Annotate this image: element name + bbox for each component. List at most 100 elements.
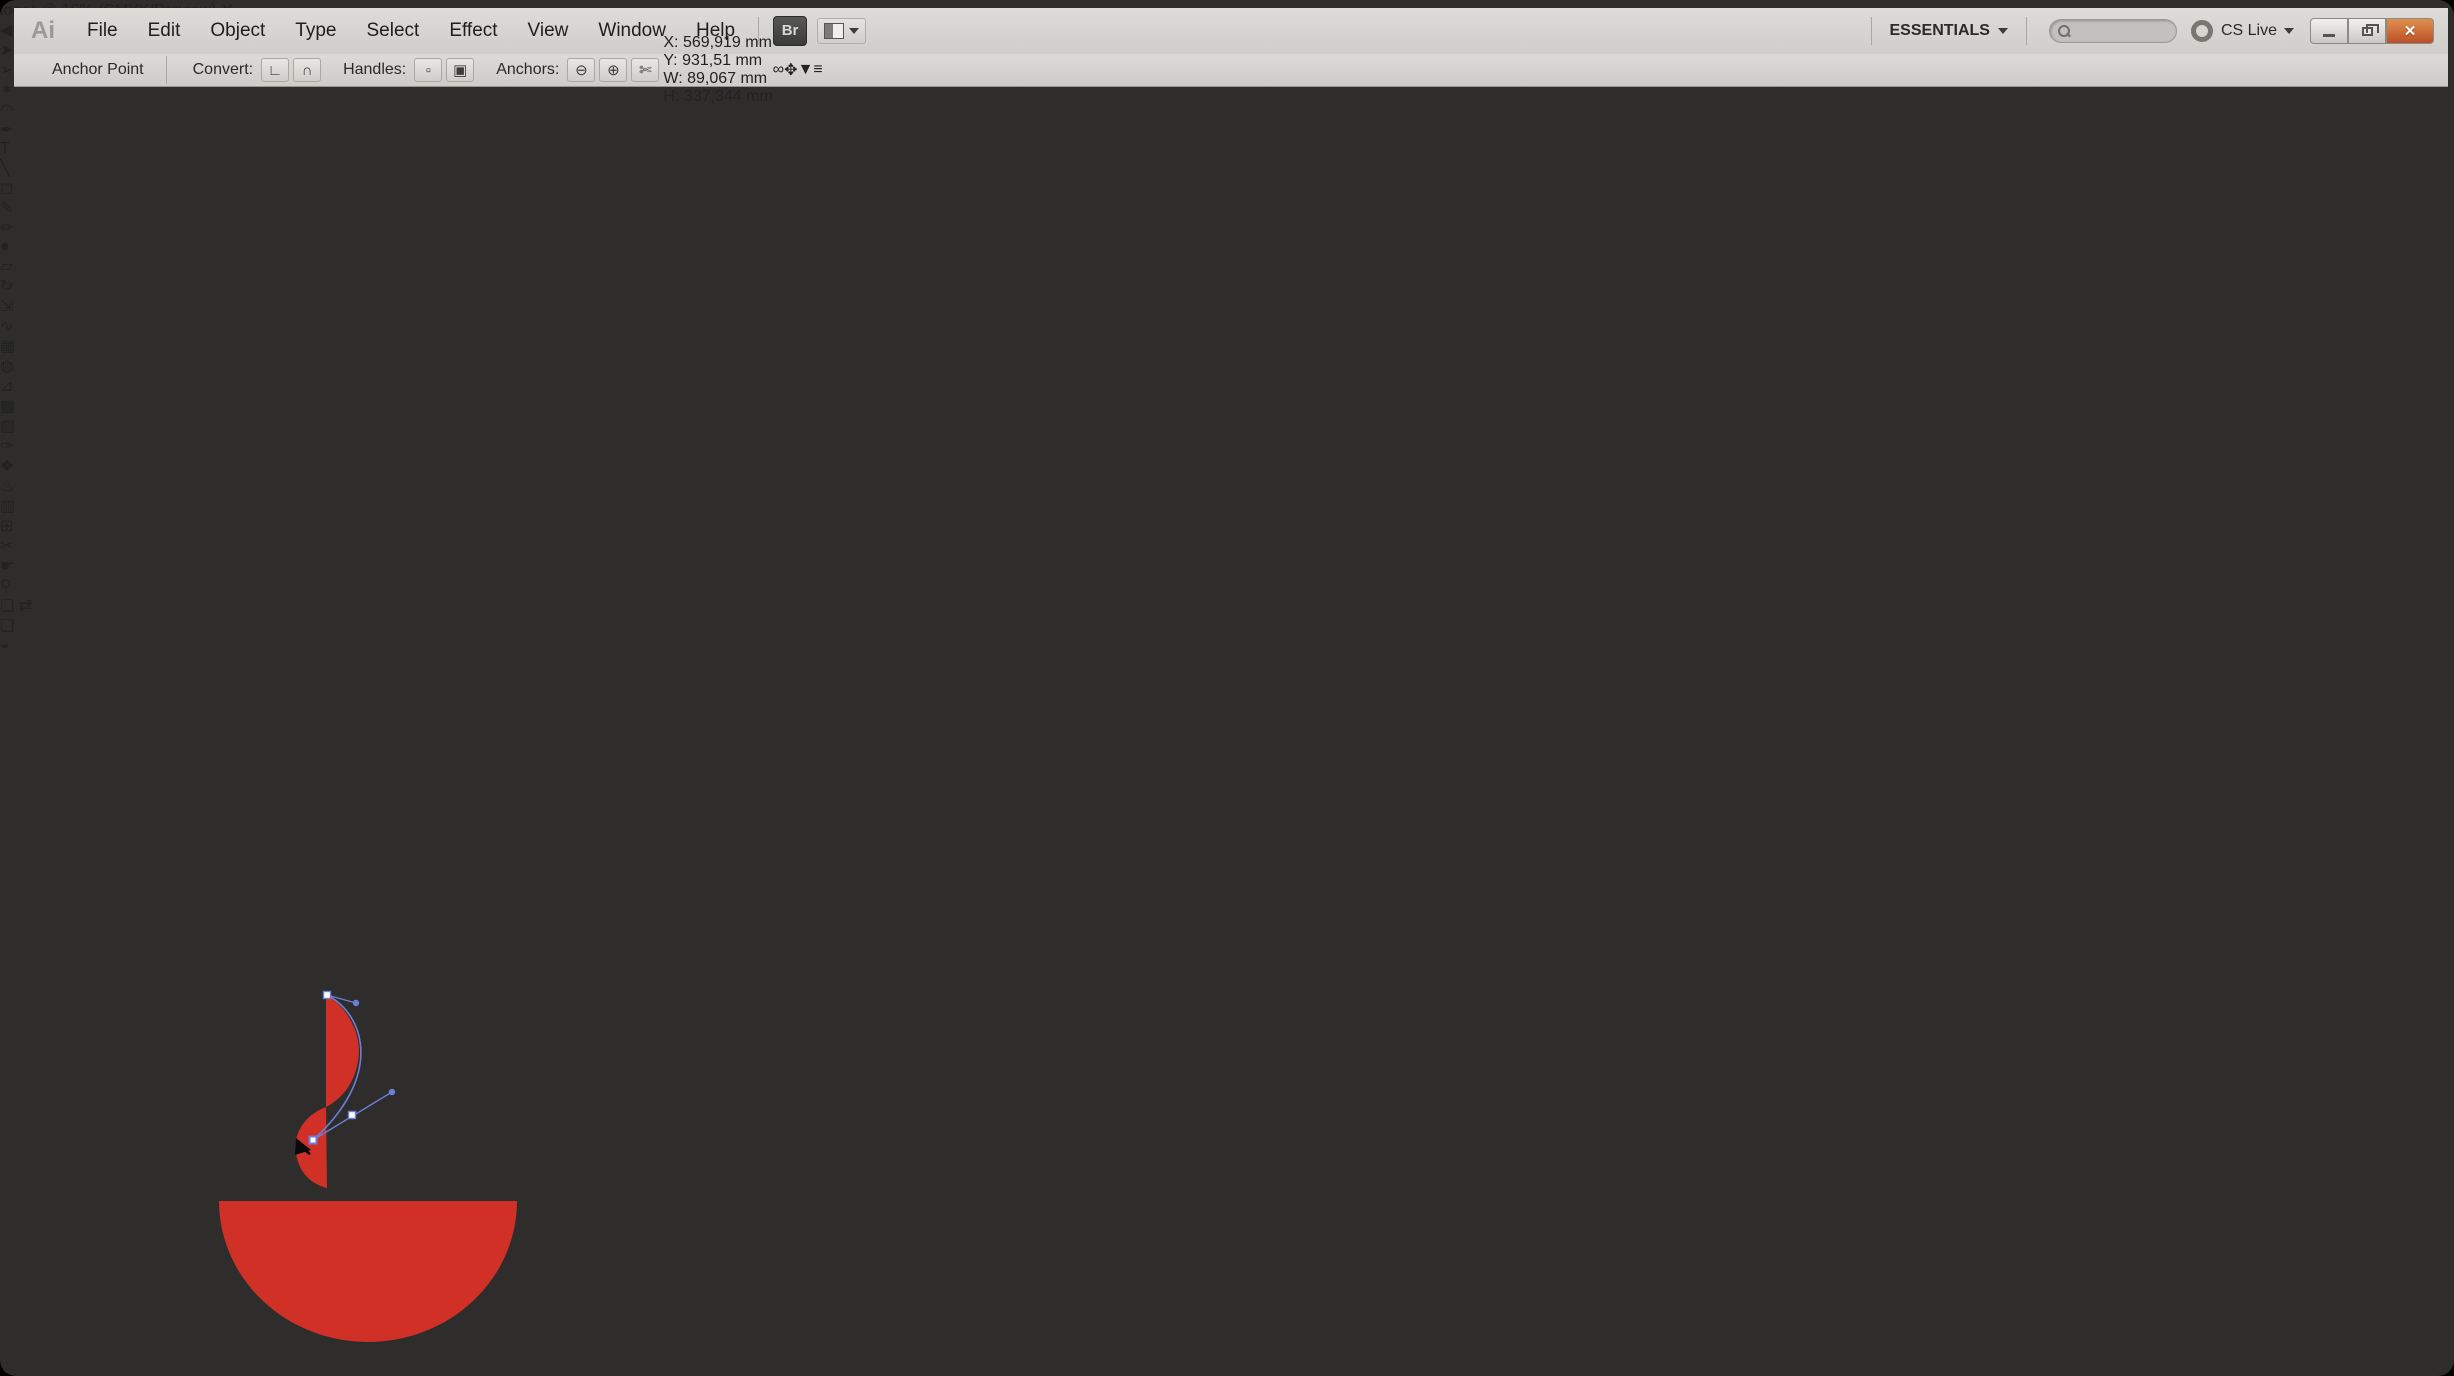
restore-button[interactable] bbox=[2348, 18, 2386, 44]
artboard[interactable] bbox=[0, 654, 2454, 1376]
menu-object[interactable]: Object bbox=[195, 8, 280, 54]
chevron-down-icon bbox=[1998, 28, 2008, 39]
perspective-grid-tool[interactable]: ⊿ bbox=[0, 376, 2454, 396]
line-segment-tool[interactable]: ╲ bbox=[0, 158, 2454, 178]
flame-upper-shape[interactable] bbox=[326, 995, 359, 1107]
control-bar: Anchor Point Convert: ∟∩ Handles: ▫▣ Anc… bbox=[14, 54, 2448, 87]
symbol-sprayer-tool[interactable]: ♨ bbox=[0, 476, 2454, 496]
artwork bbox=[0, 654, 695, 1376]
canvas[interactable]: ◀◀ ✕ GRADIENT ▼≡ Type: bbox=[0, 654, 2454, 1376]
field-label[interactable]: X: bbox=[663, 34, 678, 51]
menu-type[interactable]: Type bbox=[280, 8, 351, 54]
gradient-tool[interactable]: ▧ bbox=[0, 416, 2454, 436]
convert-to-smooth-button[interactable]: ∩ bbox=[293, 58, 321, 82]
field-value[interactable]: 569,919 mm bbox=[683, 34, 772, 51]
field-label[interactable]: H: bbox=[663, 88, 679, 105]
handle-end-dot[interactable] bbox=[353, 1000, 359, 1006]
menu-edit[interactable]: Edit bbox=[133, 8, 196, 54]
control-bar-overflow-menu[interactable]: ▼≡ bbox=[798, 61, 823, 79]
chevron-down-icon bbox=[849, 28, 859, 39]
cs-live-button[interactable]: CS Live bbox=[2221, 22, 2294, 40]
convert-buttons: ∟∩ bbox=[261, 58, 325, 82]
divider bbox=[166, 56, 167, 84]
w-field: W: 89,067 mm bbox=[663, 70, 772, 88]
menu-select[interactable]: Select bbox=[352, 8, 435, 54]
free-transform-tool[interactable]: ▦ bbox=[0, 336, 2454, 356]
menu-effect[interactable]: Effect bbox=[434, 8, 512, 54]
x-field: X: 569,919 mm bbox=[663, 34, 772, 52]
field-value[interactable]: 89,067 mm bbox=[687, 70, 767, 87]
slice-tool[interactable]: ✂ bbox=[0, 536, 2454, 556]
convert-label: Convert: bbox=[193, 61, 253, 79]
width-tool[interactable]: ∿ bbox=[0, 316, 2454, 336]
column-graph-tool[interactable]: ▥ bbox=[0, 496, 2454, 516]
hide-handles-button[interactable]: ▫ bbox=[414, 58, 442, 82]
default-swatches-icon[interactable]: ❏ bbox=[0, 598, 14, 615]
y-field: Y: 931,51 mm bbox=[663, 52, 772, 70]
transform-fields: X: 569,919 mm Y: 931,51 mm W: 89,067 mm bbox=[663, 34, 772, 106]
lasso-tool[interactable]: ◠ bbox=[0, 100, 2454, 120]
handles-label: Handles: bbox=[343, 61, 406, 79]
workspace-area: ➤ ➢ ✶ ◠ ✒ T ╲ ◻ ✎ ✏ bbox=[0, 40, 2454, 1376]
field-value[interactable]: 931,51 mm bbox=[682, 52, 762, 69]
type-tool[interactable]: T bbox=[0, 140, 2454, 158]
bowl-shape[interactable] bbox=[219, 1201, 517, 1342]
shape-builder-tool[interactable]: ◍ bbox=[0, 356, 2454, 376]
swap-swatches-icon[interactable]: ⇄ bbox=[19, 598, 32, 615]
anchors-label: Anchors: bbox=[496, 61, 559, 79]
field-label[interactable]: Y: bbox=[663, 52, 677, 69]
blob-brush-tool[interactable]: ● bbox=[0, 238, 2454, 256]
arrange-documents-button[interactable] bbox=[817, 18, 866, 44]
blend-tool[interactable]: ❖ bbox=[0, 456, 2454, 476]
bridge-button[interactable]: Br bbox=[773, 16, 807, 46]
fill-stroke-controls: ❏ ⇄ ❏ ◒ bbox=[0, 596, 2454, 654]
eyedropper-tool[interactable]: ✑ bbox=[0, 436, 2454, 456]
tool-list: ➤ ➢ ✶ ◠ ✒ T ╲ ◻ ✎ ✏ bbox=[0, 40, 2454, 596]
transform-panel-icon[interactable]: ✥ bbox=[784, 60, 797, 80]
rotate-tool[interactable]: ↻ bbox=[0, 276, 2454, 296]
field-label[interactable]: W: bbox=[663, 70, 682, 87]
cut-path-button[interactable]: ✄ bbox=[631, 58, 659, 82]
menu-view[interactable]: View bbox=[513, 8, 584, 54]
connect-anchors-button[interactable]: ⊕ bbox=[599, 58, 627, 82]
context-label: Anchor Point bbox=[14, 61, 158, 79]
chevron-down-icon bbox=[2284, 28, 2294, 39]
show-handles-button[interactable]: ▣ bbox=[446, 58, 474, 82]
handle-end-dot[interactable] bbox=[389, 1089, 395, 1095]
hand-tool[interactable]: ☛ bbox=[0, 556, 2454, 576]
drawing-modes-button[interactable]: ❏ bbox=[0, 616, 2454, 636]
divider bbox=[1871, 17, 1872, 45]
anchor-point-top[interactable] bbox=[324, 992, 331, 999]
h-field: H: 337,344 mm bbox=[663, 88, 772, 106]
anchor-point-selected[interactable] bbox=[310, 1137, 317, 1144]
app-logo: Ai bbox=[14, 17, 72, 45]
handles-buttons: ▫▣ bbox=[414, 58, 478, 82]
divider bbox=[2026, 17, 2027, 45]
search-input[interactable] bbox=[2049, 19, 2177, 43]
constrain-proportions-icon[interactable]: ∞ bbox=[773, 61, 784, 79]
scale-tool[interactable]: ⇲ bbox=[0, 296, 2454, 316]
rectangle-tool[interactable]: ◻ bbox=[0, 178, 2454, 198]
anchor-point-mid[interactable] bbox=[349, 1112, 356, 1119]
field-value[interactable]: 337,344 mm bbox=[684, 88, 773, 105]
zoom-tool[interactable]: ⚲ bbox=[0, 576, 2454, 596]
illustrator-window: Ai File Edit Object Type Select Effect V… bbox=[0, 0, 2454, 1376]
remove-anchor-button[interactable]: ⊖ bbox=[567, 58, 595, 82]
mesh-tool[interactable]: ▩ bbox=[0, 396, 2454, 416]
main-menus: File Edit Object Type Select Effect View… bbox=[72, 8, 750, 54]
anchors-buttons: ⊖⊕✄ bbox=[567, 58, 663, 82]
pen-tool[interactable]: ✒ bbox=[0, 120, 2454, 140]
paintbrush-tool[interactable]: ✎ bbox=[0, 198, 2454, 218]
tools-panel: ➤ ➢ ✶ ◠ ✒ T ╲ ◻ ✎ ✏ bbox=[0, 40, 2454, 654]
screen-mode-button[interactable]: ◒ bbox=[0, 636, 2454, 654]
close-button[interactable]: ✕ bbox=[2386, 18, 2434, 44]
pencil-tool[interactable]: ✏ bbox=[0, 218, 2454, 238]
workspace-switcher[interactable]: ESSENTIALS bbox=[1880, 22, 2018, 40]
menu-file[interactable]: File bbox=[72, 8, 133, 54]
convert-to-corner-button[interactable]: ∟ bbox=[261, 58, 289, 82]
cs-live-icon bbox=[2191, 20, 2213, 42]
artboard-tool[interactable]: ⊞ bbox=[0, 516, 2454, 536]
workspace-label: ESSENTIALS bbox=[1890, 22, 1990, 40]
minimize-button[interactable] bbox=[2310, 18, 2348, 44]
eraser-tool[interactable]: ▱ bbox=[0, 256, 2454, 276]
